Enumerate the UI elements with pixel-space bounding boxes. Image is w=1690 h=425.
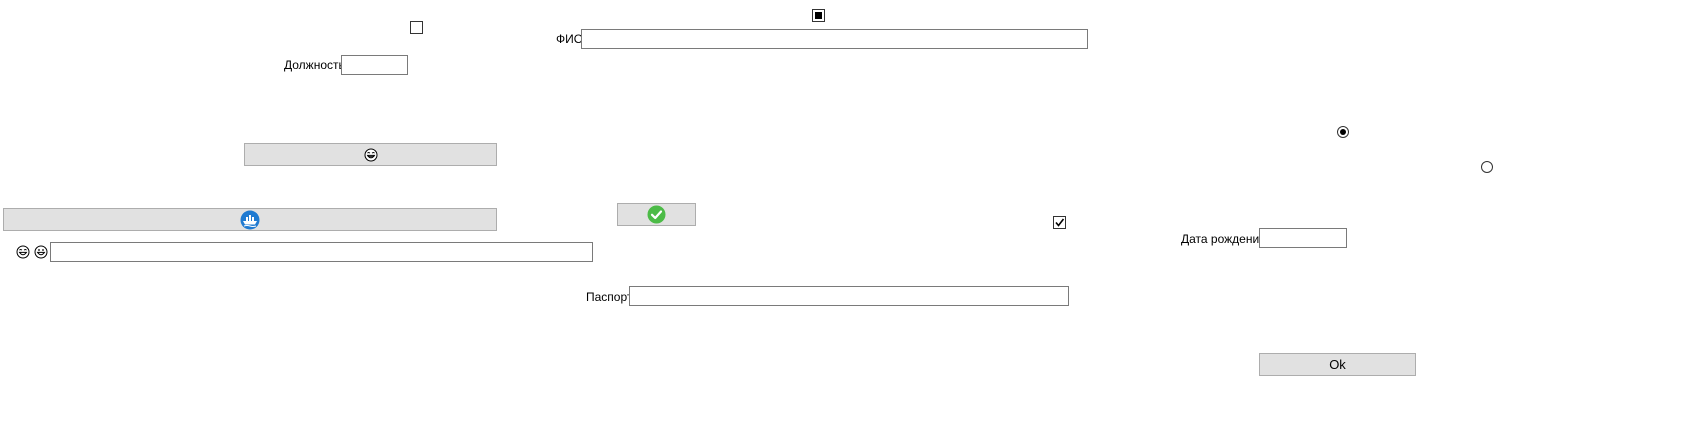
checked-checkbox[interactable] xyxy=(1053,216,1066,229)
checkmark-icon xyxy=(1055,218,1065,227)
ok-button[interactable]: Ok xyxy=(1259,353,1416,376)
passport-field[interactable] xyxy=(629,286,1069,306)
fio-field[interactable] xyxy=(581,29,1088,49)
grinning-face-icon xyxy=(16,245,30,259)
radio-option-1[interactable] xyxy=(1337,126,1349,138)
birthdate-label: Дата рождения xyxy=(1181,232,1266,246)
grinning-face-icon xyxy=(34,245,48,259)
steam-button[interactable] xyxy=(3,208,497,231)
position-field[interactable] xyxy=(341,55,408,75)
grinning-face-icon xyxy=(364,148,378,162)
green-check-circle-icon xyxy=(647,205,666,224)
position-label: Должность xyxy=(284,58,345,72)
indeterminate-checkbox[interactable] xyxy=(812,9,825,22)
radio-option-2[interactable] xyxy=(1481,161,1493,173)
blue-circle-ship-icon xyxy=(240,210,260,230)
passport-label: Паспорт xyxy=(586,290,633,304)
confirm-check-button[interactable] xyxy=(617,203,696,226)
fio-label: ФИО xyxy=(556,32,584,46)
birthdate-field[interactable] xyxy=(1259,228,1347,248)
radio-selected-dot xyxy=(1340,129,1346,135)
indeterminate-mark xyxy=(815,12,822,19)
unchecked-checkbox[interactable] xyxy=(410,21,423,34)
emoji-button[interactable] xyxy=(244,143,497,166)
emoji-text-field[interactable] xyxy=(50,242,593,262)
